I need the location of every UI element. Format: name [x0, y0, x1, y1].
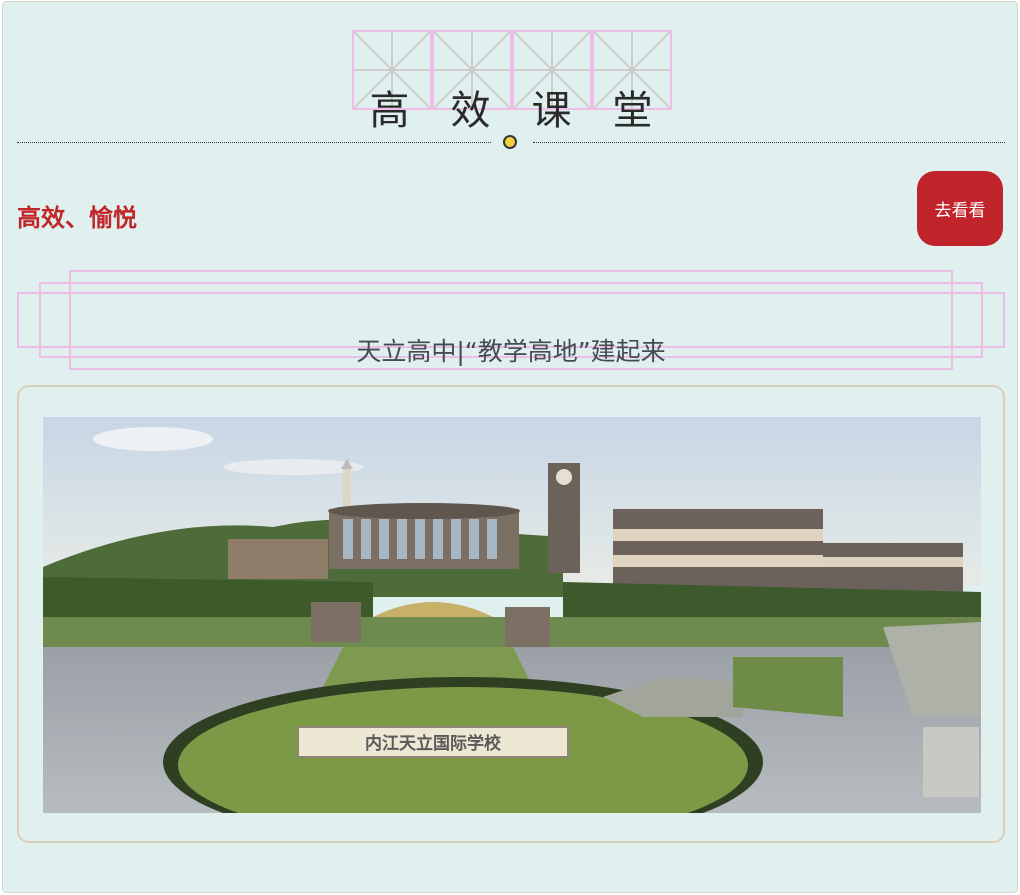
- content-page: 高 效 课 堂 高效、愉悦 去看看 天立高中|“教学高地”建起来 内江天立国际学…: [2, 1, 1018, 893]
- campus-photo: 内江天立国际学校: [43, 417, 981, 813]
- article-banner[interactable]: 天立高中|“教学高地”建起来: [17, 270, 1005, 374]
- go-see-button[interactable]: 去看看: [917, 171, 1003, 246]
- campus-sign-text: 内江天立国际学校: [365, 733, 502, 754]
- title-char: 效: [450, 88, 493, 134]
- divider-dot: [503, 135, 517, 149]
- title-char: 堂: [612, 88, 655, 134]
- title-char: 高: [369, 88, 412, 134]
- title-char: 课: [531, 88, 574, 134]
- section-title: 高 效 课 堂: [350, 30, 674, 134]
- photo-card: 内江天立国际学校: [17, 385, 1005, 843]
- dotted-divider-left: [17, 142, 491, 143]
- dotted-divider-right: [533, 142, 1005, 143]
- section-subtitle: 高效、愉悦: [17, 204, 137, 232]
- title-text: 高 效 课 堂: [350, 86, 674, 136]
- banner-title[interactable]: 天立高中|“教学高地”建起来: [17, 332, 1005, 368]
